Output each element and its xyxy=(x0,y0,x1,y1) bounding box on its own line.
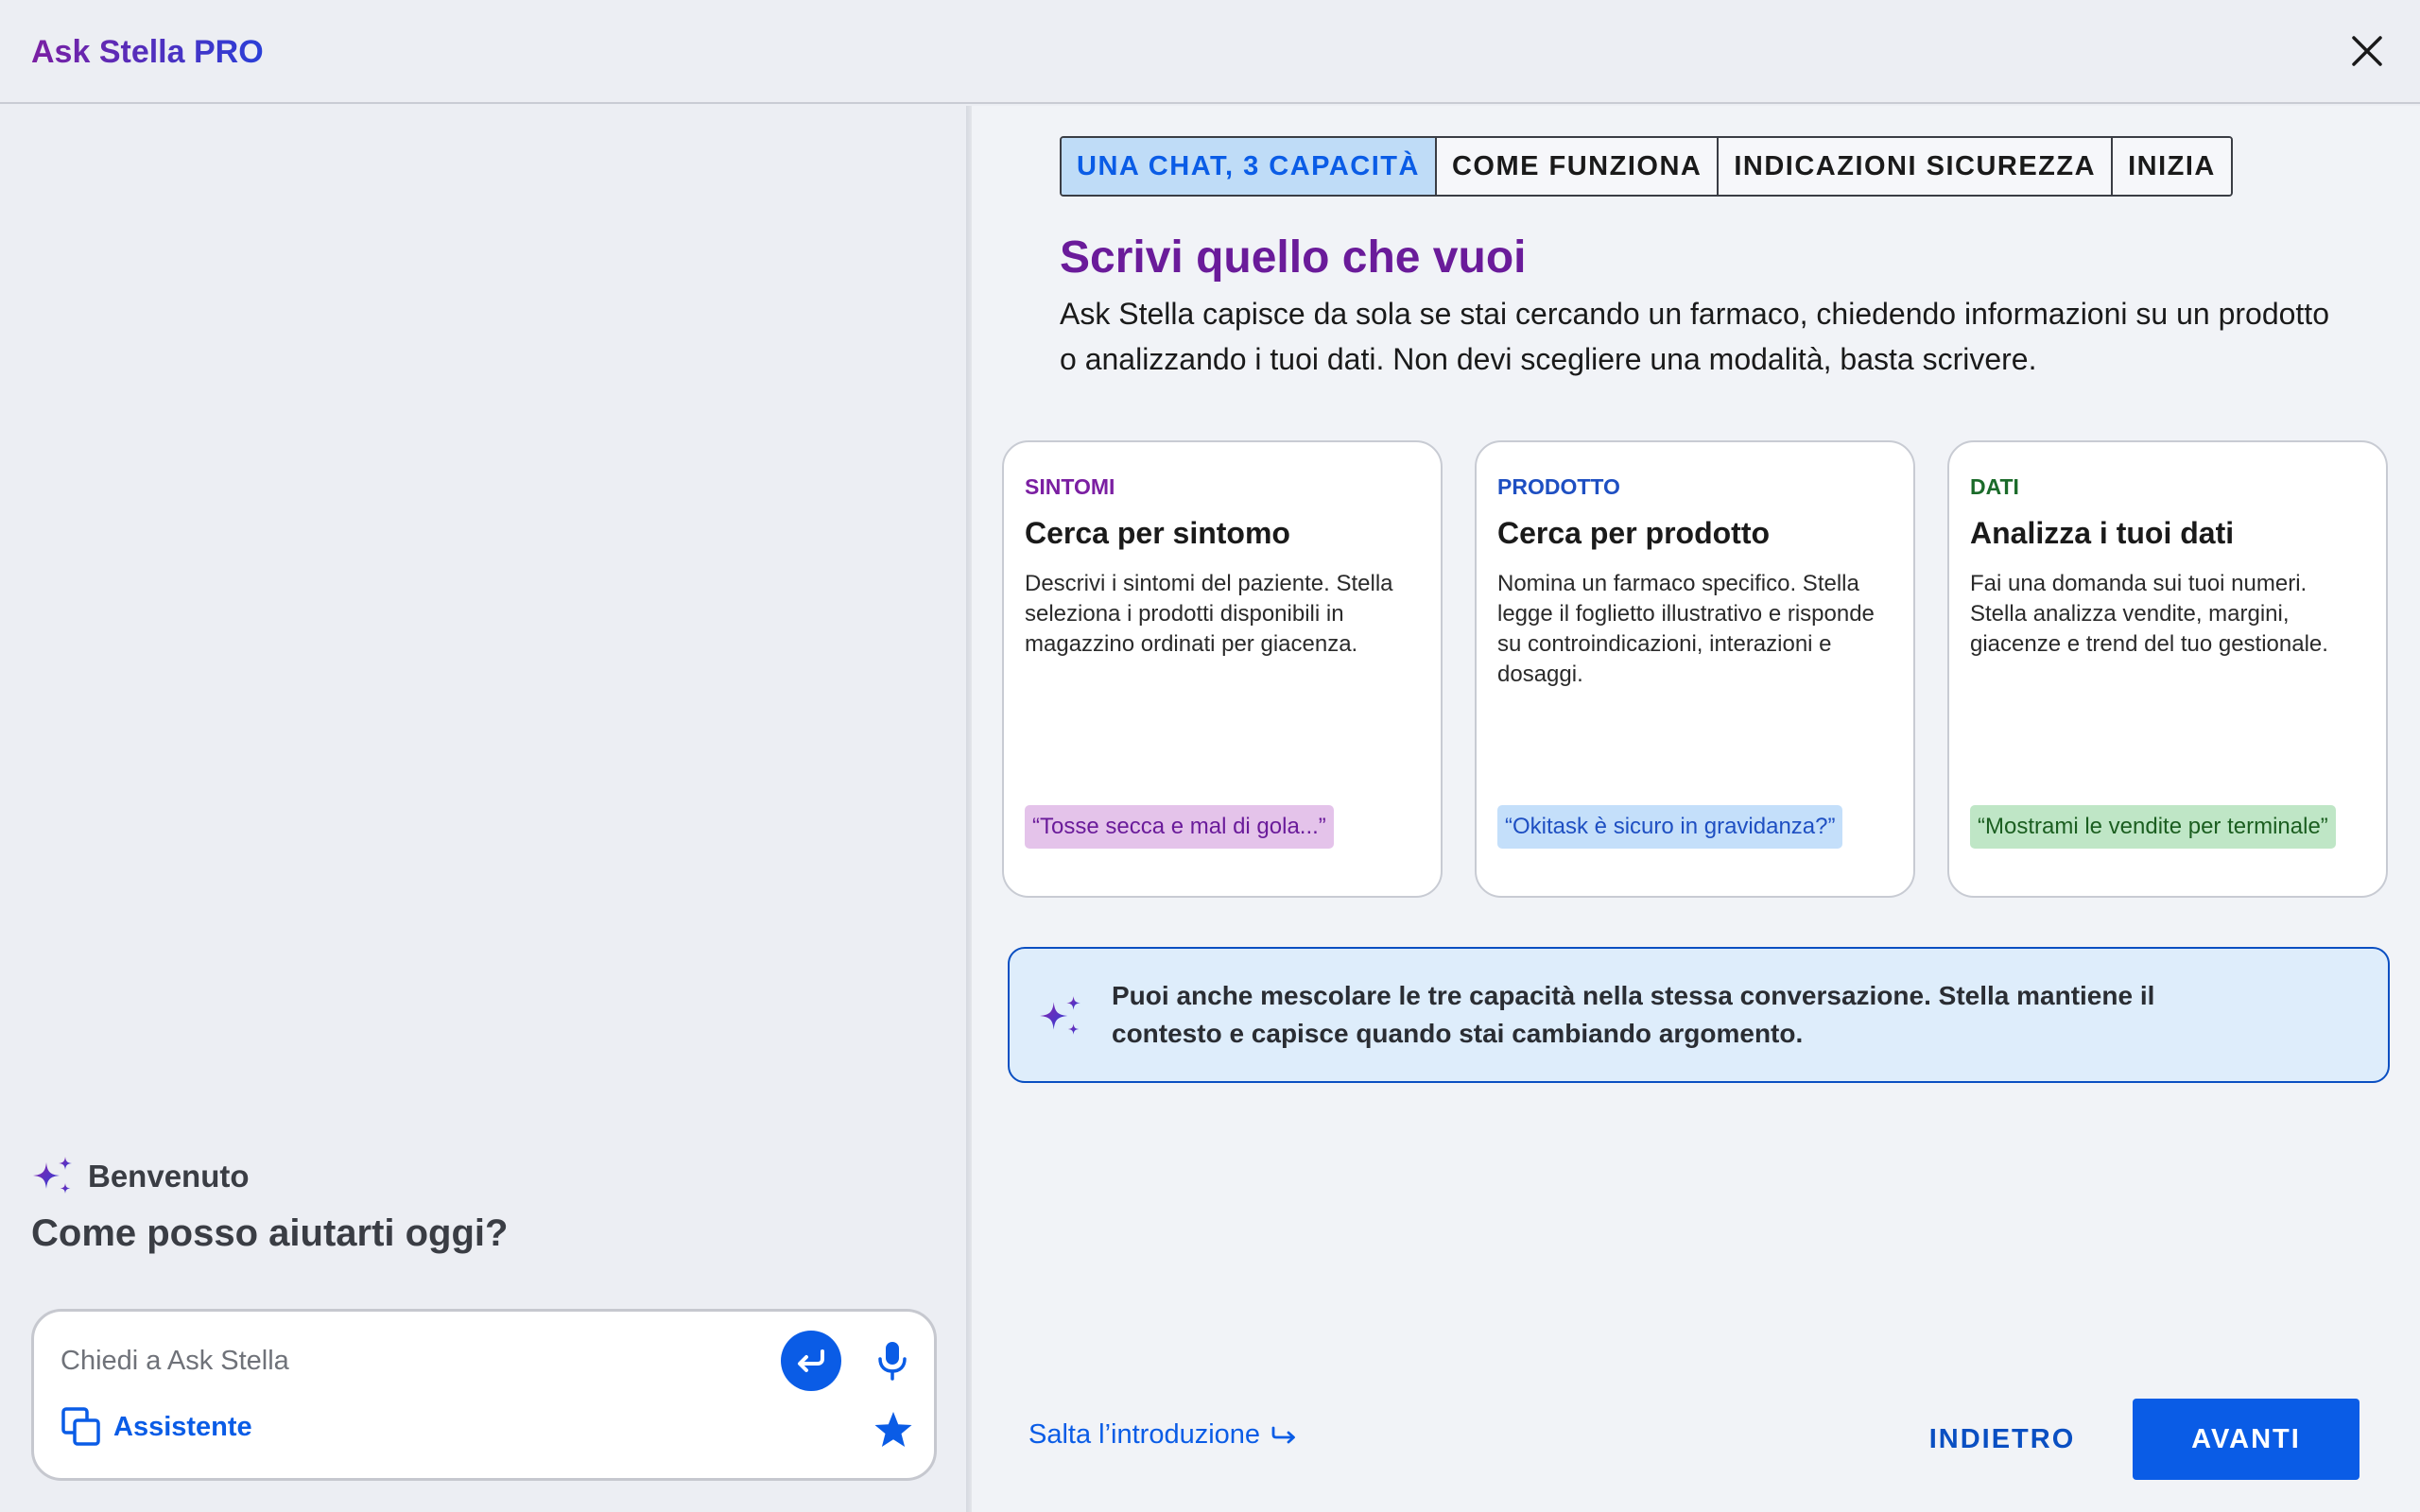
capability-card-symptoms: SINTOMI Cerca per sintomo Descrivi i sin… xyxy=(1002,440,1443,898)
top-bar: Ask Stella PRO xyxy=(0,0,2420,104)
skip-intro-label: Salta l’introduzione xyxy=(1028,1419,1261,1450)
section-title: Scrivi quello che vuoi xyxy=(1060,232,1527,283)
onboarding-panel: UNA CHAT, 3 CAPACITÀ COME FUNZIONA INDIC… xyxy=(972,106,2420,1512)
skip-intro-link[interactable]: Salta l’introduzione xyxy=(1028,1419,1298,1451)
tab-una-chat[interactable]: UNA CHAT, 3 CAPACITÀ xyxy=(1062,138,1437,195)
card-category: SINTOMI xyxy=(1025,474,1115,499)
assistant-mode-button[interactable]: Assistente xyxy=(60,1406,252,1448)
copy-squares-icon xyxy=(61,1407,100,1446)
section-description: Ask Stella capisce da sola se stai cerca… xyxy=(1060,297,2329,376)
example-prompt-chip[interactable]: “Okitask è sicuro in gravidanza?” xyxy=(1497,805,1843,849)
tab-come-funziona[interactable]: COME FUNZIONA xyxy=(1436,138,1720,195)
hook-arrow-icon xyxy=(1271,1426,1295,1443)
onboarding-tabs: UNA CHAT, 3 CAPACITÀ COME FUNZIONA INDIC… xyxy=(1060,136,2233,197)
microphone-button[interactable] xyxy=(873,1338,911,1383)
tip-text: Puoi anche mescolare le tre capacità nel… xyxy=(1112,981,2155,1048)
example-prompt-chip[interactable]: “Mostrami le vendite per terminale” xyxy=(1970,805,2336,849)
tab-indicazioni-sicurezza[interactable]: INDICAZIONI SICUREZZA xyxy=(1719,138,2114,195)
capability-card-data: DATI Analizza i tuoi dati Fai una domand… xyxy=(1947,440,2388,898)
send-button[interactable] xyxy=(781,1331,841,1391)
enter-icon xyxy=(798,1349,824,1372)
back-button[interactable]: INDIETRO xyxy=(1917,1399,2087,1480)
card-description: Nomina un farmaco specifico. Stella legg… xyxy=(1497,571,1875,687)
sparkle-icon xyxy=(1040,996,1080,1035)
chat-composer: Assistente xyxy=(31,1309,937,1481)
microphone-icon xyxy=(878,1342,907,1381)
welcome-label: Benvenuto xyxy=(88,1159,250,1194)
chat-input[interactable] xyxy=(60,1340,779,1382)
tip-banner: Puoi anche mescolare le tre capacità nel… xyxy=(1008,947,2390,1083)
card-title: Analizza i tuoi dati xyxy=(1970,516,2235,550)
favorite-button[interactable] xyxy=(873,1410,913,1450)
star-icon xyxy=(874,1412,912,1447)
tab-inizia[interactable]: INIZIA xyxy=(2113,138,2231,195)
example-prompt-chip[interactable]: “Tosse secca e mal di gola...” xyxy=(1025,805,1334,849)
welcome-row: Benvenuto xyxy=(31,1155,250,1198)
close-button[interactable] xyxy=(2350,34,2384,68)
capability-card-product: PRODOTTO Cerca per prodotto Nomina un fa… xyxy=(1475,440,1915,898)
card-category: DATI xyxy=(1970,474,2019,499)
sparkle-icon xyxy=(33,1157,72,1194)
card-description: Descrivi i sintomi del paziente. Stella … xyxy=(1025,571,1393,657)
next-button[interactable]: AVANTI xyxy=(2133,1399,2360,1480)
app-title: Ask Stella PRO xyxy=(31,34,264,70)
chat-pane xyxy=(0,106,966,1512)
close-icon xyxy=(2352,36,2382,66)
greeting-heading: Come posso aiutarti oggi? xyxy=(31,1212,509,1254)
card-description: Fai una domanda sui tuoi numeri. Stella … xyxy=(1970,571,2328,657)
card-title: Cerca per prodotto xyxy=(1497,516,1771,550)
assistant-mode-label: Assistente xyxy=(113,1411,252,1442)
card-category: PRODOTTO xyxy=(1497,474,1620,499)
card-title: Cerca per sintomo xyxy=(1025,516,1290,550)
